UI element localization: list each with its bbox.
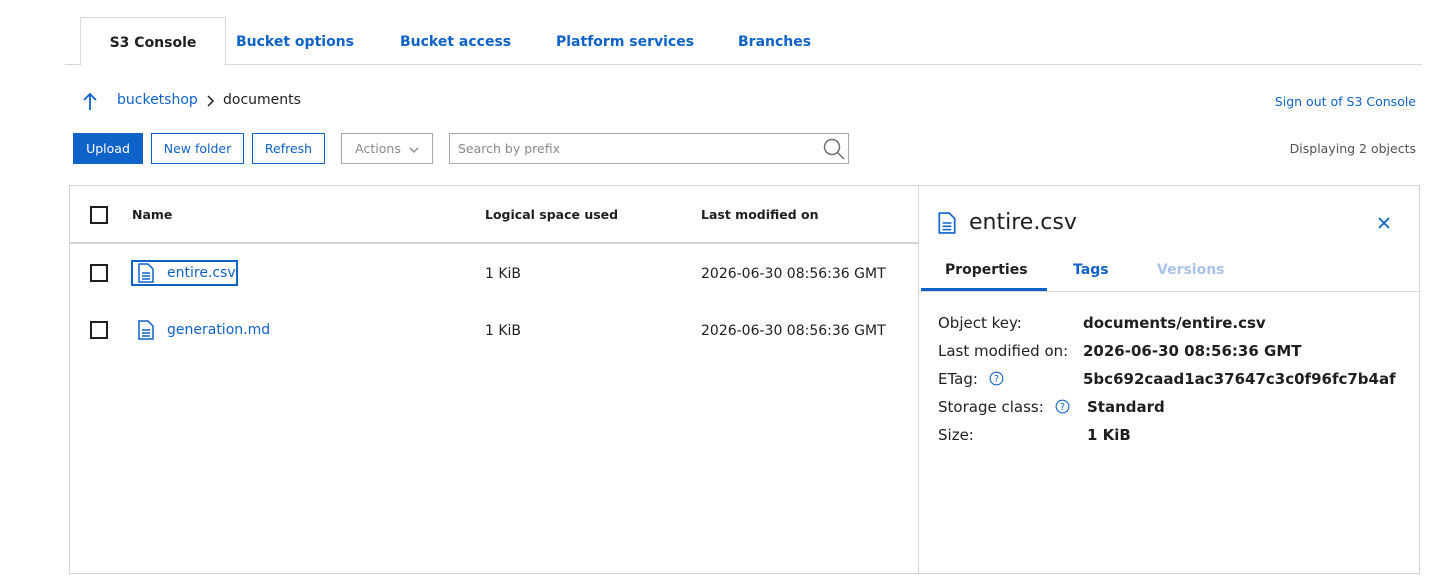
row-checkbox[interactable] xyxy=(90,264,108,282)
details-tab-bar: Properties Tags Versions xyxy=(919,254,1419,292)
search-box xyxy=(449,133,849,164)
column-header-modified[interactable]: Last modified on xyxy=(701,207,819,222)
object-link[interactable]: entire.csv xyxy=(131,260,238,286)
refresh-button[interactable]: Refresh xyxy=(252,133,325,164)
new-folder-button[interactable]: New folder xyxy=(151,133,244,164)
object-size: 1 KiB xyxy=(485,323,522,339)
active-tab-indicator xyxy=(921,288,1047,291)
tab-bucket-options[interactable]: Bucket options xyxy=(236,17,354,65)
row-checkbox[interactable] xyxy=(90,321,108,339)
object-size: 1 KiB xyxy=(485,266,522,282)
details-title: entire.csv xyxy=(969,210,1077,235)
property-label-wrap: Storage class: ? xyxy=(938,398,1070,416)
object-count: Displaying 2 objects xyxy=(1289,141,1416,156)
breadcrumb-current: documents xyxy=(223,92,301,108)
column-header-size[interactable]: Logical space used xyxy=(485,207,618,222)
svg-text:?: ? xyxy=(1060,402,1065,413)
property-label-wrap: ETag: ? xyxy=(938,370,1004,388)
actions-dropdown[interactable]: Actions xyxy=(341,133,433,164)
tab-versions: Versions xyxy=(1157,262,1225,278)
select-all-checkbox[interactable] xyxy=(90,206,108,224)
help-icon[interactable]: ? xyxy=(1055,399,1070,414)
object-modified: 2026-06-30 08:56:36 GMT xyxy=(701,266,886,282)
tab-bucket-access[interactable]: Bucket access xyxy=(400,17,511,65)
file-icon xyxy=(938,212,956,234)
tab-branches[interactable]: Branches xyxy=(738,17,811,65)
object-table: Name Logical space used Last modified on… xyxy=(69,185,919,574)
property-label: Size: xyxy=(938,426,974,444)
column-header-name[interactable]: Name xyxy=(132,207,172,222)
file-icon xyxy=(138,320,154,340)
breadcrumb-root-link[interactable]: bucketshop xyxy=(117,92,198,108)
object-modified: 2026-06-30 08:56:36 GMT xyxy=(701,323,886,339)
tab-s3-console[interactable]: S3 Console xyxy=(80,17,226,66)
help-icon[interactable]: ? xyxy=(989,371,1004,386)
upload-button[interactable]: Upload xyxy=(73,133,143,164)
table-row[interactable]: entire.csv 1 KiB 2026-06-30 08:56:36 GMT xyxy=(70,244,918,301)
property-label: Storage class: xyxy=(938,398,1044,416)
top-tab-bar: S3 Console Bucket options Bucket access … xyxy=(65,17,1422,66)
object-link[interactable]: generation.md xyxy=(133,317,270,343)
file-icon xyxy=(138,263,154,283)
tab-platform-services[interactable]: Platform services xyxy=(556,17,694,65)
property-label: Object key: xyxy=(938,314,1022,332)
object-details-panel: entire.csv Properties Tags Versions Obje… xyxy=(918,185,1420,574)
property-value: documents/entire.csv xyxy=(1083,314,1266,332)
table-header: Name Logical space used Last modified on xyxy=(70,186,918,244)
chevron-down-icon xyxy=(409,147,419,153)
search-input[interactable] xyxy=(450,134,810,163)
close-icon[interactable] xyxy=(1377,216,1391,230)
arrow-up-icon[interactable] xyxy=(80,90,100,112)
chevron-right-icon xyxy=(207,95,215,107)
object-name: entire.csv xyxy=(167,265,236,281)
property-value: 5bc692caad1ac37647c3c0f96fc7b4af xyxy=(1083,370,1396,388)
property-label: Last modified on: xyxy=(938,342,1069,360)
tab-tags[interactable]: Tags xyxy=(1073,262,1109,278)
table-row[interactable]: generation.md 1 KiB 2026-06-30 08:56:36 … xyxy=(70,301,918,358)
object-name: generation.md xyxy=(167,322,271,338)
actions-label: Actions xyxy=(355,141,401,156)
search-icon[interactable] xyxy=(822,137,846,161)
sign-out-link[interactable]: Sign out of S3 Console xyxy=(1275,94,1416,109)
tab-properties[interactable]: Properties xyxy=(945,262,1028,278)
property-value: 2026-06-30 08:56:36 GMT xyxy=(1083,342,1302,360)
property-label: ETag: xyxy=(938,370,978,388)
property-value: 1 KiB xyxy=(1087,426,1131,444)
property-value: Standard xyxy=(1087,398,1165,416)
svg-text:?: ? xyxy=(994,374,999,385)
